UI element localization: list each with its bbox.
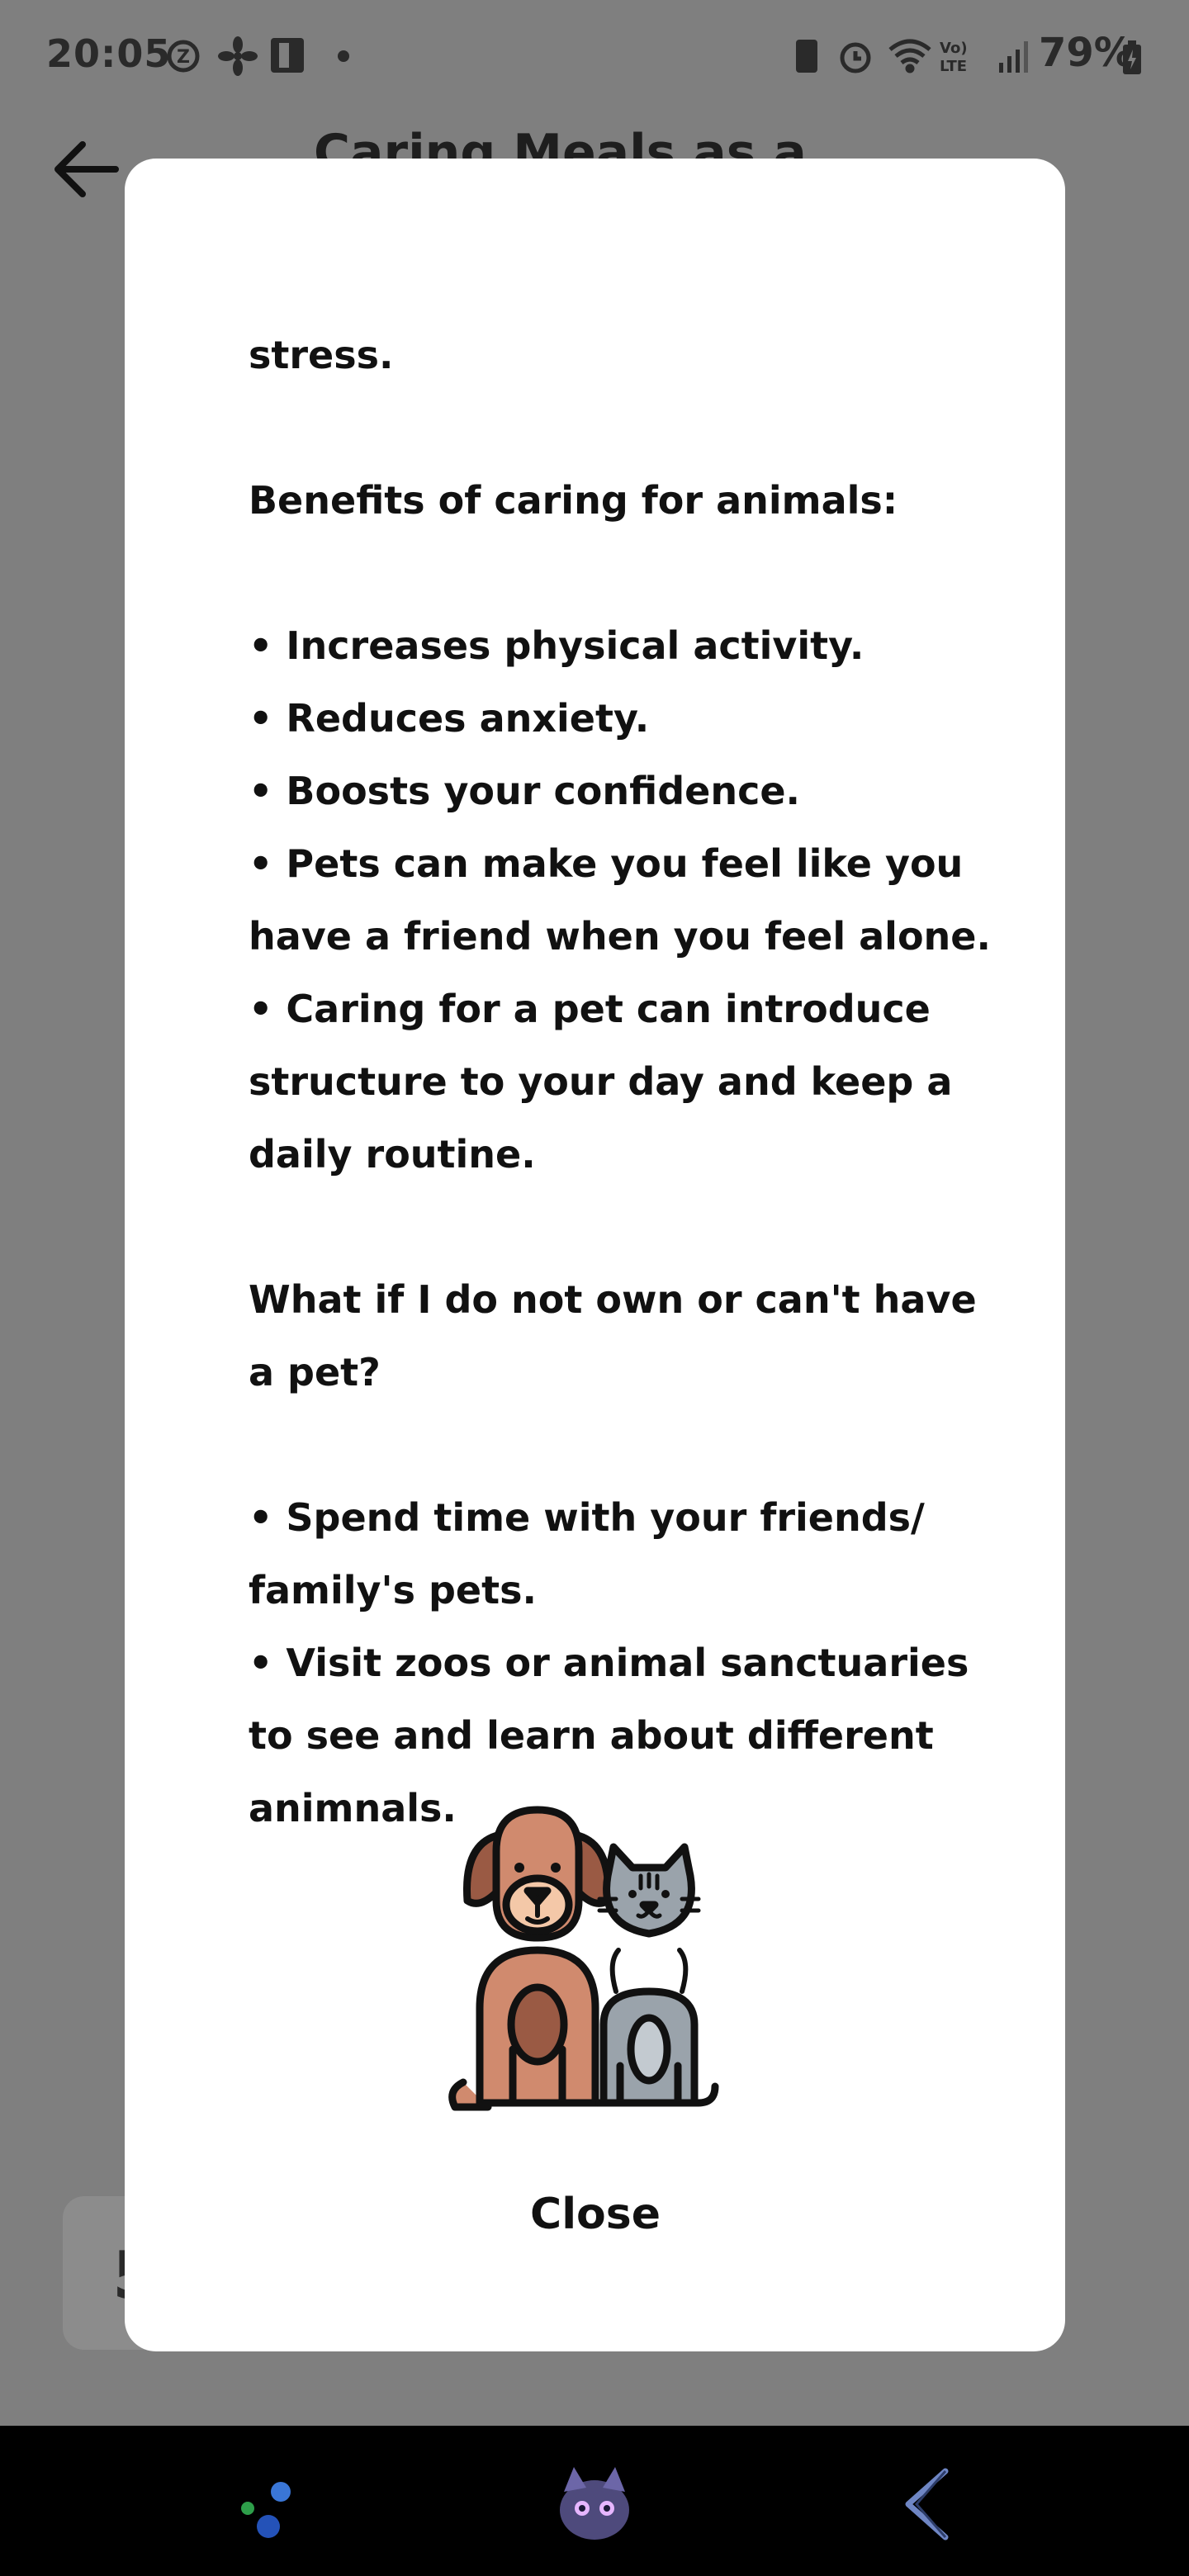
battery-percent: 79% (1039, 30, 1134, 76)
text-line: have a friend when you feel alone. (249, 914, 991, 959)
screen-record-icon (271, 38, 304, 73)
bullet-item: • Caring for a pet can introduce (249, 987, 931, 1031)
text-line: daily routine. (249, 1132, 536, 1177)
text-line: What if I do not own or can't have (249, 1277, 977, 1322)
close-button[interactable]: Close (471, 2173, 719, 2256)
wifi-icon (888, 39, 931, 73)
signal-icon (999, 41, 1028, 73)
svg-text:Z: Z (177, 47, 190, 68)
home-avatar-icon[interactable] (549, 2459, 640, 2550)
battery-saver-icon (796, 40, 817, 73)
battery-icon (1123, 40, 1141, 74)
alarm-icon (840, 42, 871, 73)
svg-text:LTE: LTE (940, 58, 967, 75)
app-drawer-icon[interactable] (223, 2459, 314, 2550)
status-left-icons: Z (167, 36, 349, 76)
dog-icon (448, 1806, 612, 2111)
status-time: 20:05 (46, 31, 172, 76)
fan-icon (218, 36, 258, 76)
back-icon[interactable] (883, 2459, 974, 2550)
bullet-item: • Reduces anxiety. (249, 696, 650, 741)
navigation-bar (0, 2426, 1189, 2576)
status-right-icons: Vo) LTE (796, 39, 1028, 75)
info-modal: stress. Benefits of caring for animals: • … (125, 159, 1065, 2351)
svg-text:Vo): Vo) (940, 40, 968, 57)
text-line: to see and learn about different (249, 1713, 934, 1758)
text-line: family's pets. (249, 1568, 537, 1612)
dot-icon (338, 50, 349, 62)
bullet-item: • Pets can make you feel like you (249, 841, 964, 886)
text-line: stress. (249, 333, 394, 377)
bullet-item: • Visit zoos or animal sanctuaries (249, 1641, 969, 1685)
back-arrow-icon[interactable] (50, 136, 124, 202)
bullet-item: • Spend time with your friends/ (249, 1495, 925, 1540)
text-line: Benefits of caring for animals: (249, 478, 898, 523)
text-line: structure to your day and keep a (249, 1059, 953, 1104)
status-bar: 20:05 Z Vo) LTE 79% (0, 0, 1189, 107)
dog-and-cat-illustration (448, 1806, 719, 2111)
text-line: a pet? (249, 1350, 381, 1395)
cat-icon (595, 1843, 719, 2107)
bullet-item: • Boosts your confidence. (249, 769, 801, 813)
volte-icon: Vo) LTE (940, 40, 968, 75)
alarm-z-icon: Z (167, 40, 200, 73)
modal-content: stress. Benefits of caring for animals: • … (249, 319, 992, 1844)
bullet-item: • Increases physical activity. (249, 623, 865, 668)
